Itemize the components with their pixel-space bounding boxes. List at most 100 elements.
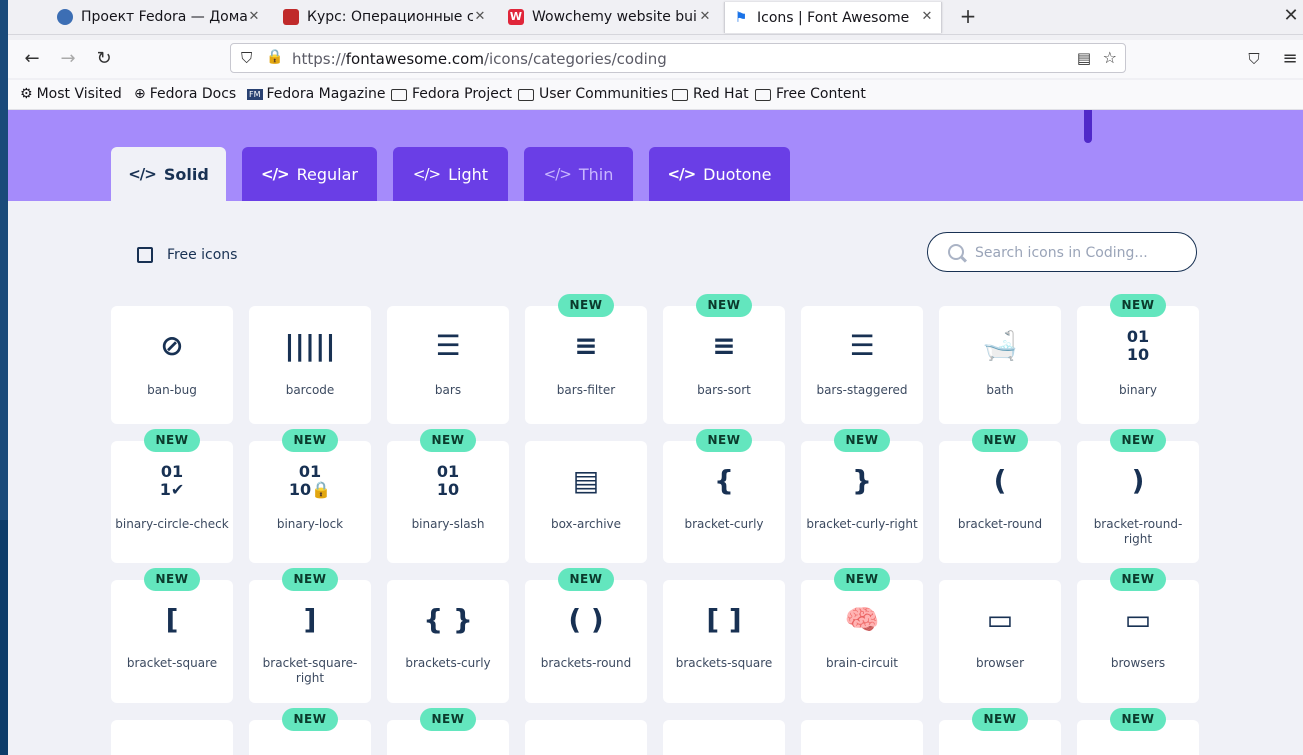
browsers-icon: ▭	[1124, 603, 1152, 636]
new-badge: NEW	[282, 568, 338, 591]
icon-name: bracket-round	[957, 517, 1043, 531]
icon-name: barcode	[285, 383, 335, 397]
icon-card[interactable]: { } brackets-curly	[387, 580, 509, 703]
new-badge: NEW	[696, 429, 752, 452]
new-tab-button[interactable]: +	[958, 5, 978, 27]
bookmark-user-communities[interactable]: User Communities	[518, 84, 668, 104]
icon-card[interactable]: 🧠 brain-circuit	[801, 580, 923, 703]
tab-font-awesome[interactable]: ⚑ Icons | Font Awesome ✕	[724, 2, 942, 33]
tab-regular[interactable]: </> Regular	[242, 147, 377, 201]
icon-card[interactable]: 🛁 bath	[939, 306, 1061, 424]
bookmark-fedora-magazine[interactable]: FM Fedora Magazine	[247, 84, 386, 104]
icon-card[interactable]	[663, 720, 785, 755]
code-icon: </>	[261, 165, 290, 183]
icon-name: binary-circle-check	[115, 517, 229, 531]
menu-icon[interactable]: ≡	[1280, 49, 1300, 69]
new-badge: NEW	[144, 568, 200, 591]
icon-card[interactable]: ≡ bars-filter	[525, 306, 647, 424]
icon-card[interactable]: ||||| barcode	[249, 306, 371, 424]
free-icons-checkbox[interactable]	[137, 247, 153, 263]
icon-card[interactable]: ☰ bars	[387, 306, 509, 424]
close-icon[interactable]: ✕	[246, 9, 262, 25]
star-icon[interactable]: ☆	[1103, 48, 1117, 67]
forward-arrow-icon[interactable]: →	[58, 49, 78, 69]
icon-card[interactable]	[111, 720, 233, 755]
new-badge: NEW	[1110, 294, 1166, 317]
reader-view-icon[interactable]: ▤	[1077, 49, 1091, 67]
wowchemy-icon: W	[508, 9, 524, 25]
icon-card[interactable]: ☰ bars-staggered	[801, 306, 923, 424]
icon-card[interactable]: (bracket-round	[939, 441, 1061, 563]
icon-card[interactable]: 01 10 binary-slash	[387, 441, 509, 563]
new-badge: NEW	[834, 568, 890, 591]
tab-label: Regular	[296, 164, 358, 184]
new-badge: NEW	[420, 708, 476, 731]
icon-card[interactable]: } bracket-curly-right	[801, 441, 923, 563]
close-icon[interactable]: ✕	[697, 9, 713, 25]
reload-icon[interactable]: ↻	[94, 49, 114, 69]
bookmark-most-visited[interactable]: ⚙ Most Visited	[20, 84, 122, 104]
icon-card[interactable]: ▭ browser	[939, 580, 1061, 703]
icon-card[interactable]: ( ) brackets-round	[525, 580, 647, 703]
icon-name: bars	[434, 383, 462, 397]
icon-card[interactable]: ▭ browsers	[1077, 580, 1199, 703]
icon-card[interactable]: [ ] brackets-square	[663, 580, 785, 703]
tab-fedora[interactable]: Проект Fedora — Домашн ✕	[57, 0, 262, 34]
icon-card[interactable]: ) bracket-round-right	[1077, 441, 1199, 563]
lock-icon[interactable]: 🔒	[266, 49, 283, 65]
bookmark-red-hat[interactable]: Red Hat	[672, 84, 749, 104]
bracket-square-icon: [	[165, 603, 179, 636]
back-arrow-icon[interactable]: ←	[22, 49, 42, 69]
tab-duotone[interactable]: </> Duotone	[649, 147, 790, 201]
search-input[interactable]: Search icons in Coding...	[927, 232, 1197, 272]
icon-card[interactable]: ≡ bars-sort	[663, 306, 785, 424]
bookmark-label: Red Hat	[693, 86, 749, 102]
binary-circle-check-icon: 01 1✔	[159, 462, 185, 499]
code-icon: </>	[667, 165, 697, 183]
tab-label: Light	[448, 164, 489, 184]
icon-name: bars-staggered	[816, 383, 908, 397]
bookmark-fedora-project[interactable]: Fedora Project	[391, 84, 512, 104]
flag-icon: ⚑	[734, 9, 748, 26]
search-placeholder: Search icons in Coding...	[975, 245, 1148, 261]
icon-name: bars-filter	[556, 383, 616, 397]
shield-icon[interactable]: ⛉	[241, 49, 252, 67]
tab-course[interactable]: Курс: Операционные сис ✕	[283, 0, 488, 34]
icon-card[interactable]: ⊘ ban-bug	[111, 306, 233, 424]
url-bar[interactable]: ⛉ 🔒 https://fontawesome.com/icons/catego…	[230, 43, 1126, 73]
bookmark-label: Free Content	[776, 86, 866, 102]
icon-name: binary	[1119, 383, 1157, 397]
tab-solid[interactable]: </> Solid	[111, 147, 226, 201]
icon-card[interactable]: ] bracket-square-right	[249, 580, 371, 703]
code-icon: </>	[543, 165, 572, 183]
icon-name: browsers	[1110, 656, 1166, 670]
gear-icon: ⚙	[20, 86, 33, 102]
icon-card[interactable]: {bracket-curly	[663, 441, 785, 563]
close-icon[interactable]: ✕	[472, 9, 488, 25]
tab-thin[interactable]: </> Thin	[524, 147, 633, 201]
tab-title: Icons | Font Awesome	[757, 9, 910, 26]
bookmark-free-content[interactable]: Free Content	[755, 84, 866, 104]
tab-light[interactable]: </> Light	[393, 147, 508, 201]
code-icon: </>	[412, 165, 441, 183]
tab-label: Solid	[163, 164, 209, 184]
close-window-button[interactable]: ✕	[1281, 5, 1301, 27]
folder-icon	[391, 89, 407, 101]
bookmark-fedora-docs[interactable]: ⊕ Fedora Docs	[134, 84, 236, 104]
icon-card[interactable]: 01 1✔ binary-circle-check	[111, 441, 233, 563]
navigation-bar: ← → ↻ ⛉ 🔒 https://fontawesome.com/icons/…	[8, 40, 1303, 78]
icon-name: bracket-round-right	[1093, 517, 1183, 546]
free-icons-filter[interactable]: Free icons	[137, 247, 237, 263]
icon-card[interactable]: 01 10🔒 binary-lock	[249, 441, 371, 563]
icon-card[interactable]: ▤ box-archive	[525, 441, 647, 563]
close-icon[interactable]: ✕	[919, 9, 935, 25]
tab-wowchemy[interactable]: W Wowchemy website build ✕	[508, 0, 713, 34]
bookmarks-bar: ⚙ Most Visited ⊕ Fedora Docs FM Fedora Maga…	[8, 80, 1303, 110]
icon-card[interactable]: 01 10 binary	[1077, 306, 1199, 424]
icon-card[interactable]: [bracket-square	[111, 580, 233, 703]
icon-card[interactable]	[525, 720, 647, 755]
bracket-curly-icon: {	[714, 464, 734, 497]
url-text[interactable]: https://fontawesome.com/icons/categories…	[292, 50, 667, 68]
pocket-icon[interactable]: ⛉	[1244, 49, 1264, 69]
icon-card[interactable]	[801, 720, 923, 755]
